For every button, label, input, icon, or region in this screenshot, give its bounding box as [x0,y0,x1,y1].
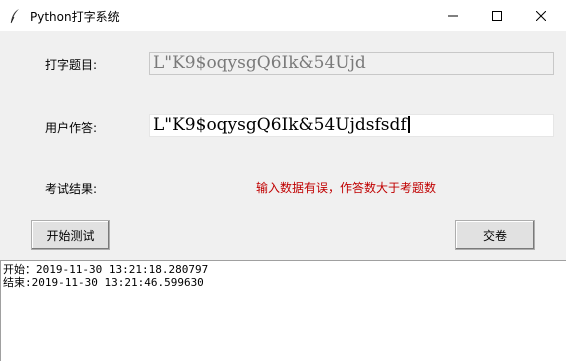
maximize-icon [491,10,502,21]
log-line-end: 结束:2019-11-30 13:21:46.599630 [3,276,204,289]
start-test-label: 开始测试 [46,228,95,243]
answer-text: L"K9$oqysgQ6Ik&54Ujdsfsdf [153,115,407,135]
result-message: 输入数据有误，作答数大于考题数 [256,181,437,195]
question-label: 打字题目: [45,58,98,72]
text-caret [407,116,410,133]
log-textarea[interactable]: 开始：2019-11-30 13:21:18.280797 结束:2019-11… [0,260,566,361]
close-button[interactable] [518,0,563,31]
submit-button[interactable]: 交卷 [455,220,535,250]
question-text: L"K9$oqysgQ6Ik&54Ujd [153,53,366,73]
log-line-start: 开始：2019-11-30 13:21:18.280797 [3,263,209,276]
feather-icon [10,9,19,24]
window-title: Python打字系统 [30,10,120,24]
title-bar[interactable]: Python打字系统 [0,0,566,31]
answer-label: 用户作答: [45,121,98,135]
question-field: L"K9$oqysgQ6Ik&54Ujd [149,52,554,75]
maximize-button[interactable] [474,0,519,31]
result-label: 考试结果: [45,182,98,196]
minimize-button[interactable] [430,0,475,31]
main-panel: 打字题目: L"K9$oqysgQ6Ik&54Ujd 用户作答: L"K9$oq… [0,31,566,361]
minimize-icon [447,15,458,16]
submit-label: 交卷 [482,228,507,243]
close-icon [535,10,546,21]
answer-input[interactable]: L"K9$oqysgQ6Ik&54Ujdsfsdf [149,114,554,137]
start-test-button[interactable]: 开始测试 [31,220,110,250]
